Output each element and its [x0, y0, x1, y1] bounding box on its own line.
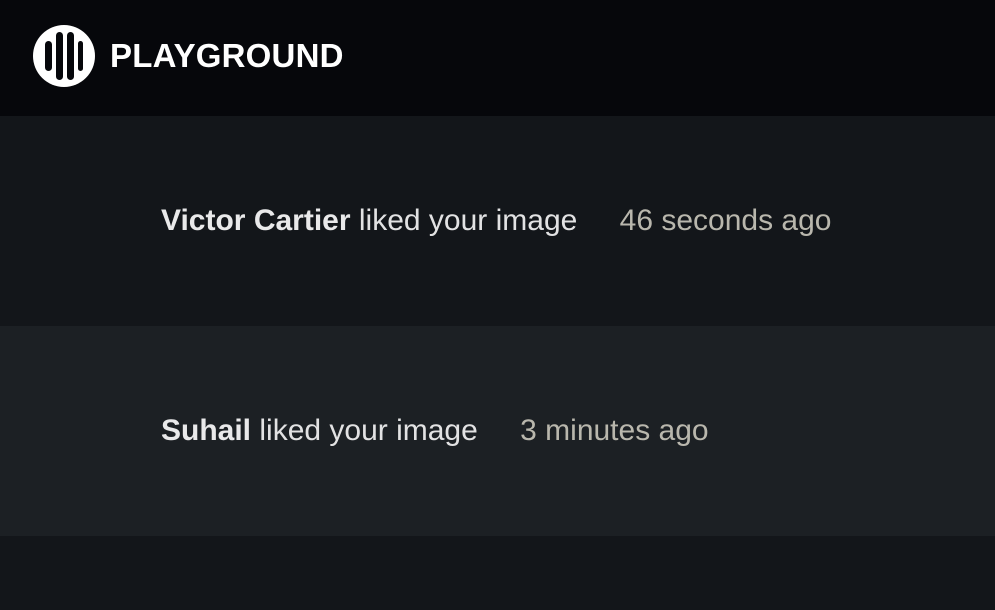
top-header: PLAYGROUND	[0, 0, 995, 116]
notification-item[interactable]: Suhail liked your image 3 minutes ago	[0, 326, 995, 536]
brand-name[interactable]: PLAYGROUND	[110, 37, 344, 75]
notification-time: 46 seconds ago	[619, 204, 832, 237]
notification-actor[interactable]: Suhail	[161, 414, 251, 447]
notification-list-end	[0, 536, 995, 610]
notification-item[interactable]: Victor Cartier liked your image 46 secon…	[0, 116, 995, 326]
playground-logo-icon[interactable]	[32, 24, 96, 88]
notification-action: liked your image	[259, 414, 478, 447]
notification-action: liked your image	[358, 204, 578, 237]
notification-text: Victor Cartier liked your image 46 secon…	[161, 203, 832, 239]
notification-text: Suhail liked your image 3 minutes ago	[161, 413, 709, 449]
notification-time: 3 minutes ago	[520, 414, 709, 447]
notification-actor[interactable]: Victor Cartier	[161, 204, 351, 237]
